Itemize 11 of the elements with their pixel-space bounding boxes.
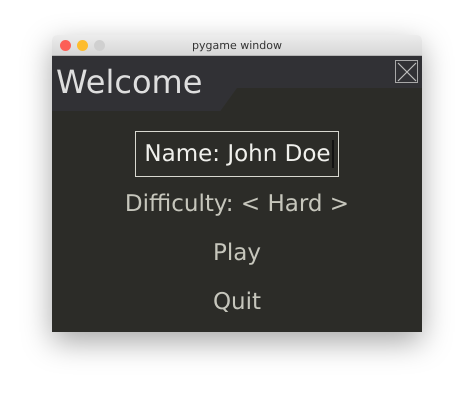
menu-item[interactable]: Play [209,228,265,277]
close-window-button[interactable] [60,40,71,50]
minimize-window-button[interactable] [77,40,88,50]
close-button[interactable] [395,60,418,83]
menu-item[interactable]: Quit [208,277,266,326]
zoom-window-button[interactable] [94,40,105,50]
window-title: pygame window [192,38,282,52]
name-input-field[interactable]: Name: John Doe [135,131,339,177]
close-icon [396,62,416,82]
menu-item[interactable]: Difficulty: < Hard > [120,179,354,228]
welcome-title: Welcome [55,62,202,98]
